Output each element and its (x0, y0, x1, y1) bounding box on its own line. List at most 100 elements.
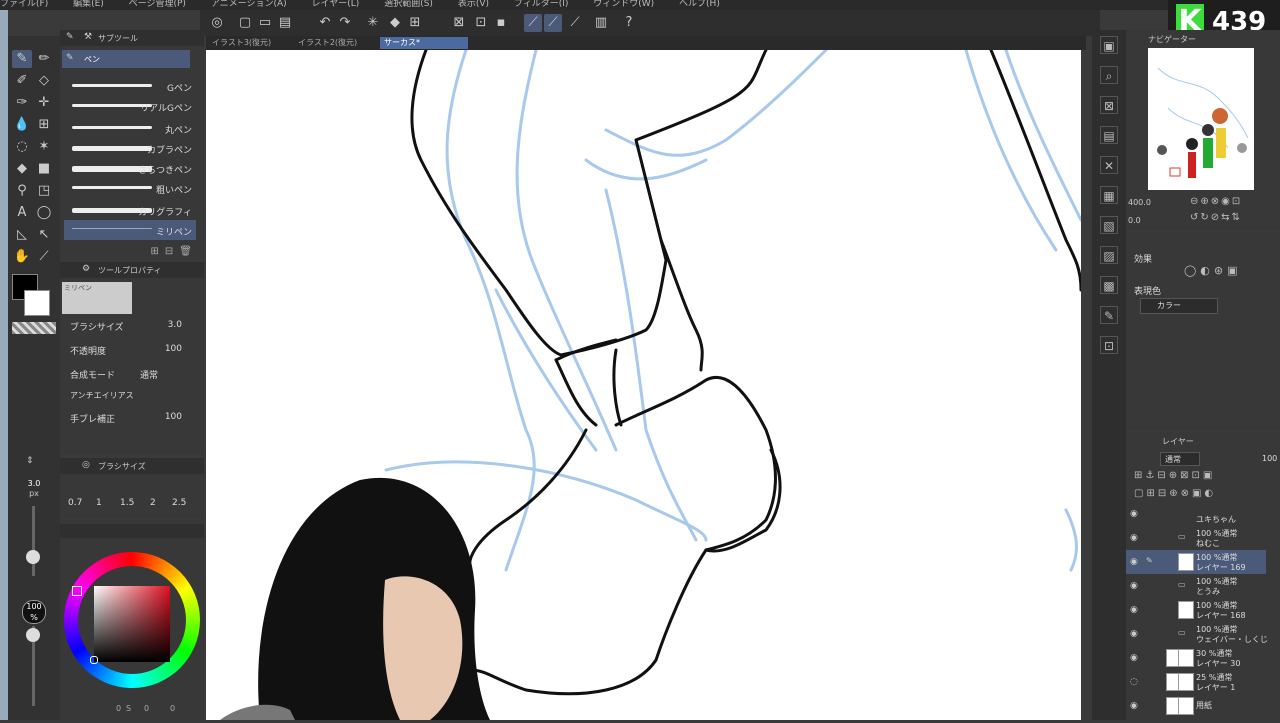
layer-row[interactable]: ◉ ユキちゃん (1126, 502, 1266, 526)
settings-icon[interactable]: ▥ (592, 14, 610, 32)
panel-toggle-icon[interactable]: ▣ (1100, 36, 1118, 54)
undo-icon[interactable]: ↶ (316, 14, 334, 32)
close-panel-icon[interactable]: ✕ (1100, 156, 1118, 174)
visibility-eye-icon[interactable]: ◉ (1130, 701, 1140, 711)
lasso-tool-icon[interactable]: ◌ (12, 138, 32, 156)
effect-icons[interactable]: ◯◐⊛▣ (1184, 264, 1242, 277)
brush-size-row[interactable]: ブラシサイズ 3.0 (70, 320, 200, 340)
brush-item[interactable]: リアルGペン (64, 96, 196, 116)
brush-size-preset[interactable]: 1.5 (120, 498, 134, 508)
visibility-eye-icon[interactable]: ◌ (1130, 677, 1140, 687)
menu-help[interactable]: ヘルプ(H) (679, 0, 720, 9)
size-slider-track[interactable] (32, 506, 35, 576)
blend-mode-row[interactable]: 合成モード 通常 (70, 368, 200, 388)
size-slider-arrows[interactable]: ⇕ (26, 456, 34, 466)
layer-opacity-value[interactable]: 100 (1262, 454, 1277, 463)
move-layer-icon[interactable]: ⊡ (1100, 336, 1118, 354)
clear-outside-icon[interactable]: ⊡ (472, 14, 490, 32)
menu-selection[interactable]: 選択範囲(S) (384, 0, 433, 9)
opacity-value[interactable]: 100 (165, 344, 182, 354)
menu-window[interactable]: ウィンドウ(W) (593, 0, 654, 9)
open-file-icon[interactable]: ▭ (256, 14, 274, 32)
brush-item-selected[interactable]: ミリペン (64, 220, 196, 240)
brush-item[interactable]: 粗いペン (64, 178, 196, 198)
snap-ruler-icon[interactable]: ⟋ (524, 14, 542, 32)
color-panel-tabs[interactable] (60, 524, 204, 538)
layer-search-icon[interactable]: ▩ (1100, 276, 1118, 294)
visibility-eye-icon[interactable]: ◉ (1130, 509, 1140, 519)
brush-item[interactable]: さらつきペン (64, 158, 196, 178)
subtool-group-tab[interactable]: ✎ ペン (62, 50, 190, 68)
eraser-tool-icon[interactable]: ◇ (34, 72, 54, 90)
layer-blend-select[interactable]: 通常 (1160, 452, 1200, 466)
menu-view[interactable]: 表示(V) (458, 0, 489, 9)
layer-tool-icons[interactable]: ⊞⚓⊟⊕⊠⊡▣ (1134, 470, 1215, 481)
ruler-tool-icon[interactable]: ◺ (12, 226, 32, 244)
transform-icon[interactable]: ⊞ (406, 14, 424, 32)
display-color-select[interactable]: カラー (1140, 298, 1218, 314)
menu-edit[interactable]: 編集(E) (73, 0, 104, 9)
layer-row[interactable]: ◌ 25 %通常 レイヤー 1 (1126, 670, 1266, 694)
layer-row[interactable]: ◉ ▭ 100 %通常 ウェイバー・しくじ (1126, 622, 1268, 646)
visibility-eye-icon[interactable]: ◉ (1130, 629, 1140, 639)
rotate-controls[interactable]: ↺↻⊘⇆⇅ (1190, 212, 1242, 223)
zoom-value[interactable]: 400.0 (1128, 198, 1151, 207)
material-icon[interactable]: ⊠ (1100, 96, 1118, 114)
visibility-eye-icon[interactable]: ◉ (1130, 653, 1140, 663)
menu-layer[interactable]: レイヤー(L) (312, 0, 360, 9)
eyedropper-tool-icon[interactable]: ⟋ (34, 248, 54, 266)
subtool-tab-icon[interactable]: ⚒ (84, 32, 92, 42)
tab-illust3[interactable]: イラスト3(復元) (208, 37, 296, 49)
snap-grid-icon[interactable]: ⟋ (566, 14, 584, 32)
brush-item[interactable]: カブラペン (64, 138, 196, 158)
fill-selection-icon[interactable]: ▪ (492, 14, 510, 32)
vector-tool-icon[interactable]: ✑ (12, 94, 32, 112)
blend-tool-icon[interactable]: 💧 (12, 116, 32, 134)
figure-tool-icon[interactable]: ◳ (34, 182, 54, 200)
history-icon[interactable]: ▦ (1100, 186, 1118, 204)
sub-color-swatch[interactable] (24, 290, 50, 316)
brush-size-value[interactable]: 3.0 (168, 320, 182, 330)
subtool-footer-icons[interactable]: ⊞⊟🗑 (151, 246, 198, 257)
gradient-tool-icon[interactable]: ■ (34, 160, 54, 178)
visibility-eye-icon[interactable]: ◉ (1130, 557, 1140, 567)
color-picker-handle[interactable] (90, 656, 98, 664)
fill-tool-icon[interactable]: ◆ (12, 160, 32, 178)
blend-mode-value[interactable]: 通常 (140, 368, 158, 381)
new-file-icon[interactable]: ▢ (236, 14, 254, 32)
layer-row-selected[interactable]: ◉ ✎ 100 %通常 レイヤー 169 (1126, 550, 1266, 574)
visibility-eye-icon[interactable]: ◉ (1130, 581, 1140, 591)
operation-tool-icon[interactable]: ↖ (34, 226, 54, 244)
menu-animation[interactable]: アニメーション(A) (211, 0, 287, 9)
redo-icon[interactable]: ↷ (336, 14, 354, 32)
brush-item[interactable]: Gペン (64, 76, 196, 96)
tab-illust2[interactable]: イラスト2(復元) (294, 37, 382, 49)
menu-page[interactable]: ページ管理(P) (129, 0, 186, 9)
pencil-tool-icon[interactable]: ✏ (34, 50, 54, 68)
magic-wand-icon[interactable]: ✶ (34, 138, 54, 156)
object-tool-icon[interactable]: ⚲ (12, 182, 32, 200)
brush-size-preset[interactable]: 2.5 (172, 498, 186, 508)
edit-icon[interactable]: ✎ (1100, 306, 1118, 324)
brush-item[interactable]: カリグラフィ (64, 200, 196, 220)
pen-tab-icon[interactable]: ✎ (66, 32, 74, 42)
hand-tool-icon[interactable]: ✋ (12, 248, 32, 266)
sub-view-icon[interactable]: ▧ (1100, 216, 1118, 234)
stabilize-value[interactable]: 100 (165, 412, 182, 422)
visibility-eye-icon[interactable]: ◉ (1130, 605, 1140, 615)
visibility-eye-icon[interactable]: ◉ (1130, 533, 1140, 543)
text-tool-icon[interactable]: A (12, 204, 32, 222)
animation-icon[interactable]: ▨ (1100, 246, 1118, 264)
clear-icon[interactable]: ⊠ (450, 14, 468, 32)
layer-row[interactable]: ◉ 30 %通常 レイヤー 30 (1126, 646, 1266, 670)
opacity-row[interactable]: 不透明度 100 (70, 344, 200, 364)
brush-size-preset[interactable]: 0.7 (68, 498, 82, 508)
navigator-thumbnail[interactable] (1148, 48, 1254, 190)
layer-row[interactable]: ◉ ▭ 100 %通常 ねむこ (1126, 526, 1266, 550)
snap-special-icon[interactable]: ⟋ (544, 14, 562, 32)
angle-value[interactable]: 0.0 (1128, 216, 1141, 225)
brush-size-preset[interactable]: 1 (96, 498, 102, 508)
hue-handle[interactable] (72, 586, 82, 596)
layer-row[interactable]: ◉ 用紙 (1126, 694, 1266, 718)
layer-action-icons[interactable]: ▢⊞⊟⊕⊗▣◐ (1134, 488, 1216, 499)
